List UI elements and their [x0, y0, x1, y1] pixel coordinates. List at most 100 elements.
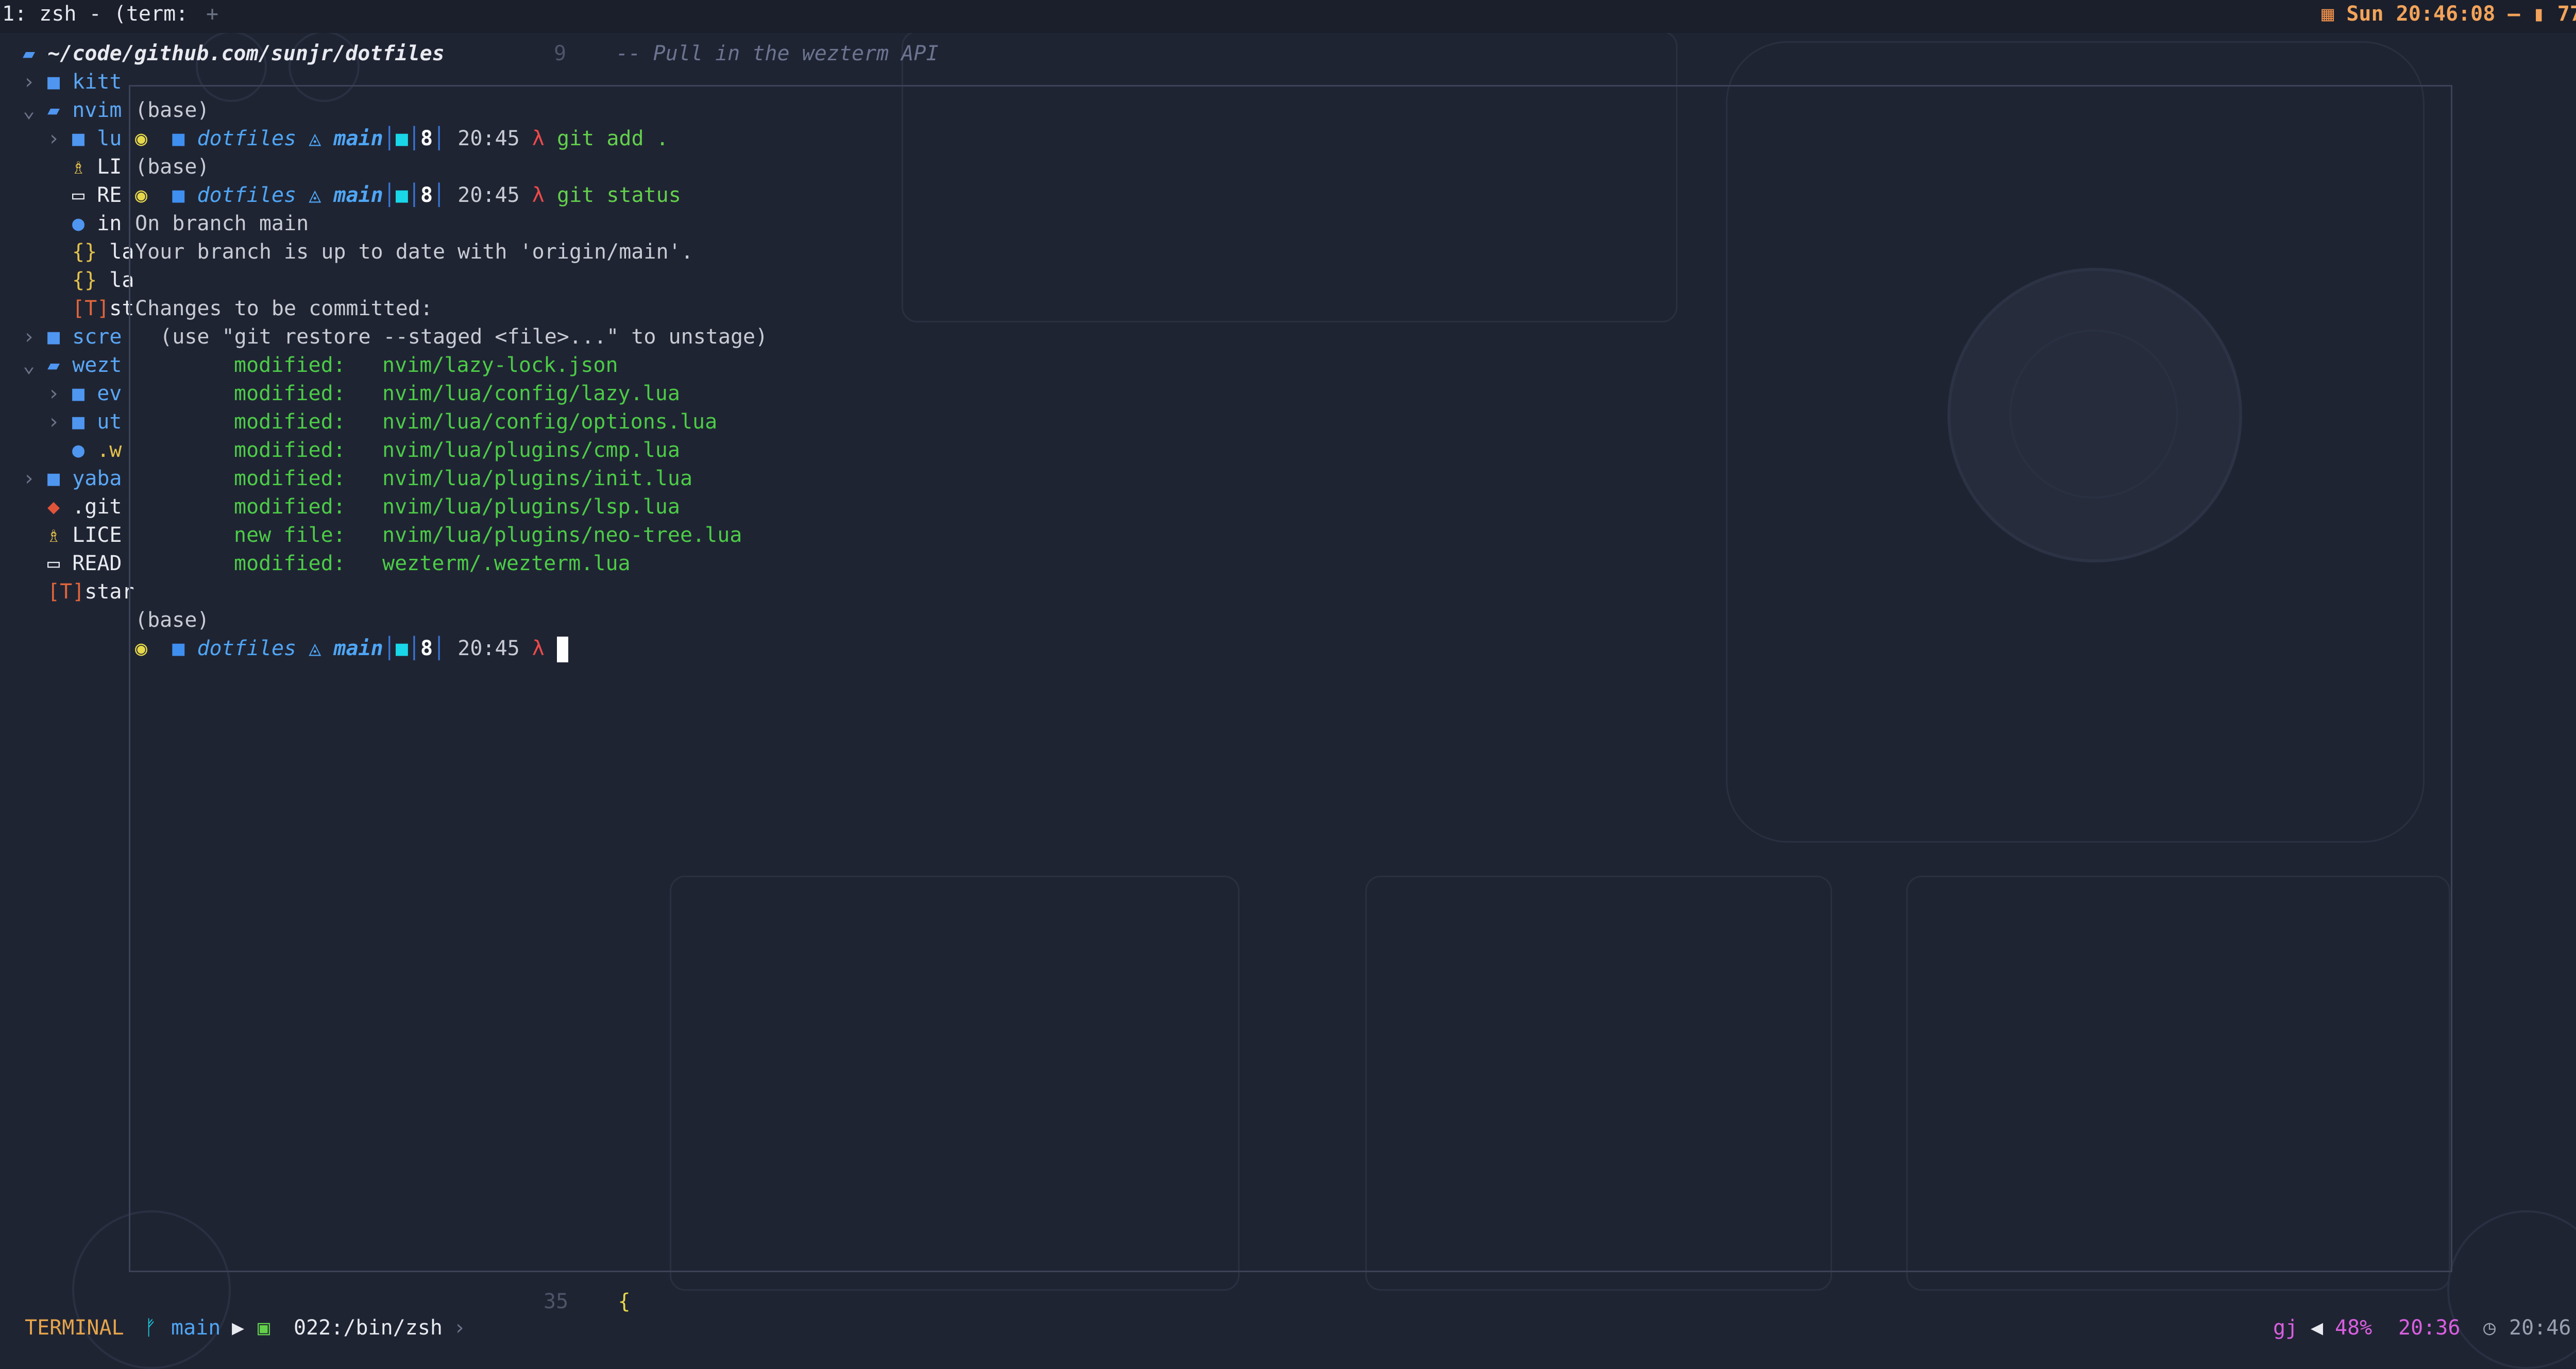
tree-item[interactable]: ◆ .git [47, 493, 122, 521]
tree-item-label: ut [97, 410, 122, 434]
chevron-right-icon: › [47, 410, 60, 434]
battery-percent: 77% [2557, 2, 2576, 26]
tree-item[interactable]: ♗ LI [72, 153, 122, 181]
battery-icon: ▮ [2532, 2, 2545, 26]
prompt-repo: dotfiles [197, 637, 297, 660]
tree-item[interactable]: [T]st [72, 295, 134, 323]
status-separator: — [2507, 2, 2520, 26]
chevron-right-icon: › [23, 70, 36, 94]
prompt-badge: 8 [420, 637, 433, 660]
tree-item-label: star [84, 580, 134, 604]
editor-line: 9 -- Pull in the wezterm API [554, 40, 939, 68]
file-status: modified: [234, 353, 346, 377]
tree-item-label: nvim [72, 98, 122, 122]
code-comment: -- Pull in the wezterm API [616, 42, 939, 65]
prompt-badge: 8 [420, 183, 433, 207]
tree-item[interactable]: › ■ ev [47, 380, 122, 408]
tree-item[interactable]: › ■ kitt [23, 68, 122, 96]
toml-icon: [T] [47, 580, 85, 604]
command-text: git status [556, 183, 681, 207]
status-process: 022:/bin/zsh [294, 1316, 443, 1340]
file-status: modified: [234, 552, 346, 575]
prompt-branch: main [333, 127, 383, 150]
prompt-time: 20:45 [457, 183, 520, 207]
prompt-branch: main [333, 183, 383, 207]
tree-item[interactable]: ▭ RE [72, 181, 122, 210]
file-status: modified: [234, 382, 346, 405]
file-path: nvim/lua/config/lazy.lua [382, 382, 680, 405]
command-text: git add . [556, 127, 669, 150]
output-line: On branch main [135, 212, 309, 235]
file-path: nvim/lua/config/options.lua [382, 410, 718, 434]
chevron-right-icon: › [47, 127, 60, 150]
chevron-right-icon: › [23, 467, 36, 490]
line-number: 35 [544, 1290, 569, 1313]
folder-icon: ■ [47, 325, 60, 349]
tree-item[interactable]: › ■ scre [23, 323, 122, 351]
folder-square-icon: ■ [172, 183, 185, 207]
tree-item[interactable]: {} la [72, 238, 134, 266]
tree-item-label: READ [72, 552, 122, 575]
tree-item[interactable]: {} la [72, 266, 134, 295]
tree-item[interactable]: › ■ yaba [23, 465, 122, 493]
text-cursor[interactable] [556, 637, 568, 662]
toml-icon: [T] [72, 297, 110, 320]
markdown-icon: ▭ [47, 552, 60, 575]
file-status: modified: [234, 410, 346, 434]
new-tab-button[interactable]: + [206, 2, 218, 26]
tree-item[interactable]: ♗ LICE [47, 521, 122, 550]
powerline-arrow-left-icon: ◀ [2311, 1316, 2324, 1340]
tree-item-label: .git [72, 495, 122, 519]
status-dot-icon: ◉ [135, 183, 148, 207]
file-path: nvim/lazy-lock.json [382, 353, 618, 377]
file-status: new file: [234, 523, 346, 547]
prompt-lambda: λ [532, 637, 545, 660]
status-clock: 20:46 [2509, 1316, 2571, 1340]
tree-item[interactable]: ● in [72, 210, 122, 238]
prompt-line[interactable]: ◉ ■ dotfiles ◬ main│■│8│ 20:45 λ [135, 635, 568, 663]
branch-icon: ◬ [309, 183, 321, 207]
tree-item[interactable]: ⌄ ▰ wezt [23, 351, 122, 380]
git-branch-icon: ᚠ [144, 1316, 157, 1340]
chevron-down-icon: ⌄ [23, 98, 36, 122]
branch-icon: ◬ [309, 127, 321, 150]
changed-file-row: modified: [234, 351, 346, 380]
folder-icon: ■ [47, 467, 60, 490]
tree-item[interactable]: › ■ ut [47, 408, 122, 436]
powerline-arrow-icon: ▶ [232, 1316, 245, 1340]
folder-open-icon: ▰ [47, 353, 60, 377]
prompt-lambda: λ [532, 127, 545, 150]
tree-item-label: scre [72, 325, 122, 349]
status-position: 20:36 [2398, 1316, 2461, 1340]
tree-item[interactable]: ● .w [72, 436, 122, 465]
prompt-line: ◉ ■ dotfiles ◬ main│■│8│ 20:45 λ git sta… [135, 183, 681, 207]
line-number: 9 [554, 42, 567, 65]
tree-item[interactable]: ▭ READ [47, 550, 122, 578]
tree-item[interactable]: ⌄ ▰ nvim [23, 96, 122, 125]
license-icon: ♗ [72, 155, 85, 179]
folder-icon: ■ [47, 70, 60, 94]
file-path: wezterm/.wezterm.lua [382, 552, 631, 575]
chevron-right-icon: › [23, 325, 36, 349]
status-branch: main [171, 1316, 221, 1340]
folder-open-icon: ▰ [47, 98, 60, 122]
tree-item[interactable]: [T]star [47, 578, 134, 606]
folder-open-icon: ▰ [23, 42, 36, 65]
output-line: Changes to be committed: [135, 297, 433, 320]
status-day: Sun [2346, 2, 2384, 26]
tree-item-label: lu [97, 127, 122, 150]
file-path: nvim/lua/plugins/neo-tree.lua [382, 523, 742, 547]
calendar-icon: ▦ [2321, 2, 2334, 26]
folder-square-icon: ■ [172, 637, 185, 660]
tree-item-label: yaba [72, 467, 122, 490]
tree-item[interactable]: › ■ lu [47, 125, 122, 153]
prompt-repo: dotfiles [197, 127, 297, 150]
json-icon: {} [72, 268, 97, 292]
tree-root[interactable]: ▰ ~/code/github.com/sunjr/dotfiles [23, 40, 445, 68]
lua-icon: ● [72, 438, 85, 462]
prompt-time: 20:45 [457, 637, 520, 660]
git-icon: ◆ [47, 495, 60, 519]
tab-title[interactable]: 1: zsh - (term: [2, 2, 188, 26]
tab-bar: 1: zsh - (term: + ▦ Sun 20:46:08 — ▮ 77% [0, 0, 2576, 33]
conda-env: (base) [135, 98, 210, 122]
